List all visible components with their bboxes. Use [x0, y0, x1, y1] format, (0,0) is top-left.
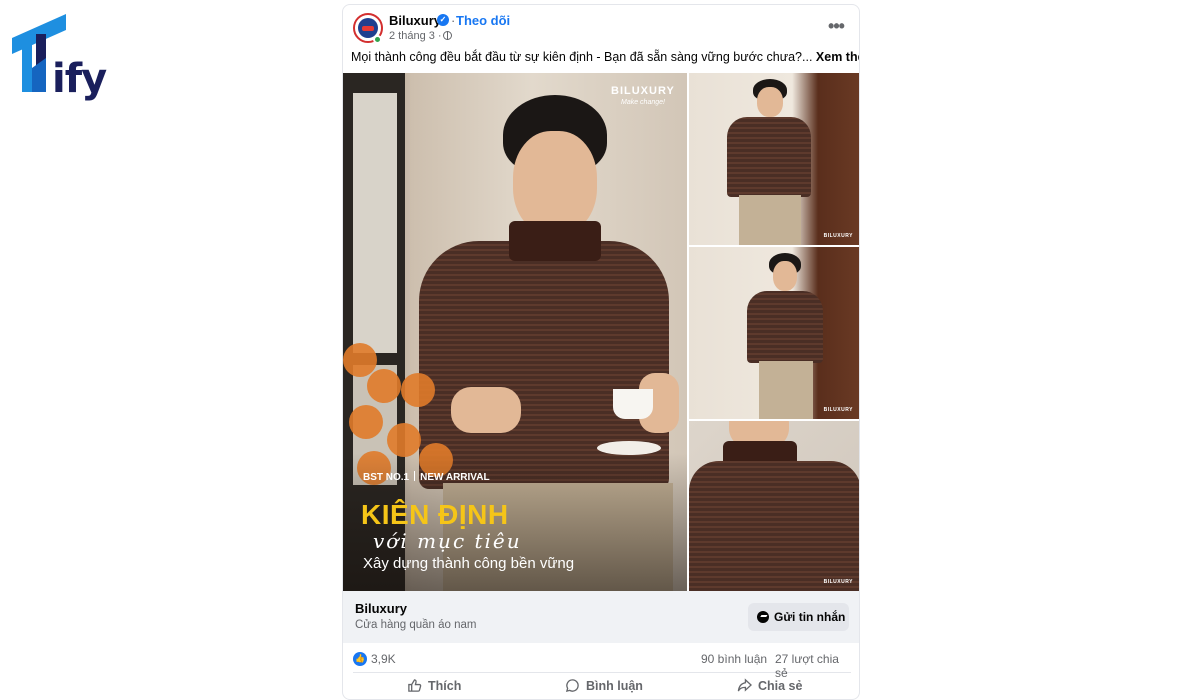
flower — [367, 369, 401, 403]
see-more-link[interactable]: Xem thêm — [816, 50, 859, 64]
like-label: Thích — [428, 679, 462, 693]
comment-button[interactable]: Bình luận — [565, 678, 643, 699]
thumbnail-photo-3[interactable]: BILUXURY — [689, 421, 859, 591]
messenger-icon — [757, 611, 769, 623]
window-pane — [353, 93, 397, 353]
separator-dot: · — [451, 13, 456, 28]
caption-text: Mọi thành công đều bắt đầu từ sự kiên đị… — [351, 50, 813, 64]
reaction-count[interactable]: 3,9K — [371, 652, 396, 666]
photo-headline-script: với mục tiêu — [373, 529, 522, 553]
model-pants — [739, 195, 801, 245]
model-arm-left — [451, 387, 521, 433]
flower — [343, 343, 377, 377]
badge-collection: BST NO.1 — [363, 472, 410, 483]
like-button[interactable]: Thích — [407, 678, 462, 699]
photo-headline: KIÊN ĐỊNH — [361, 499, 509, 530]
thumbnail-photo-1[interactable]: BILUXURY — [689, 73, 859, 245]
model-shirt — [689, 461, 859, 591]
reaction-summary: 👍 3,9K 90 bình luận 27 lượt chia sẻ — [353, 643, 851, 680]
site-logo[interactable]: ify — [8, 12, 107, 102]
model-shirt — [727, 117, 811, 197]
coffee-cup — [613, 389, 653, 419]
facebook-post: Biluxury ✓ · Theo dõi 2 tháng 3 · ••• Mọ… — [342, 4, 860, 700]
model-pants — [759, 361, 813, 419]
post-timestamp[interactable]: 2 tháng 3 · — [389, 30, 442, 42]
send-message-label: Gửi tin nhắn — [774, 610, 846, 624]
photo-grid: BILUXURY Make change! BST NO.1 NEW ARRIV… — [343, 73, 859, 591]
thumbnail-brand-mark: BILUXURY — [823, 233, 853, 239]
post-caption: Mọi thành công đều bắt đầu từ sự kiên đị… — [351, 50, 859, 64]
thumbnail-photo-2[interactable]: BILUXURY — [689, 247, 859, 419]
flower — [349, 405, 383, 439]
page-cta-block: Biluxury Cửa hàng quần áo nam Gửi tin nh… — [343, 591, 859, 643]
badge-new-arrival: NEW ARRIVAL — [420, 472, 490, 483]
badge-divider — [414, 471, 416, 481]
more-options-button[interactable]: ••• — [821, 13, 851, 43]
logo-text: ify — [52, 56, 107, 102]
cta-page-name[interactable]: Biluxury — [355, 601, 407, 616]
post-header: Biluxury ✓ · Theo dõi 2 tháng 3 · ••• — [343, 5, 859, 49]
photo-brand-tagline: Make change! — [621, 99, 665, 106]
thumbnail-brand-mark: BILUXURY — [823, 407, 853, 413]
main-photo[interactable]: BILUXURY Make change! BST NO.1 NEW ARRIV… — [343, 73, 687, 591]
public-globe-icon — [443, 31, 452, 40]
flower — [387, 423, 421, 457]
post-action-bar: Thích Bình luận Chia sẻ — [343, 674, 859, 699]
model-collar — [509, 221, 601, 261]
collection-badge: BST NO.1 NEW ARRIVAL — [363, 471, 490, 483]
comment-label: Bình luận — [586, 679, 643, 693]
model-shirt — [747, 291, 823, 363]
share-arrow-icon — [737, 678, 752, 692]
model-face — [773, 261, 797, 291]
comment-count[interactable]: 90 bình luận — [701, 652, 767, 666]
cta-page-category: Cửa hàng quần áo nam — [355, 619, 477, 631]
photo-subheadline: Xây dựng thành công bền vững — [363, 555, 575, 572]
page-name-link[interactable]: Biluxury — [389, 13, 441, 28]
follow-button[interactable]: Theo dõi — [456, 13, 510, 28]
share-label: Chia sẻ — [758, 679, 803, 693]
online-status-icon — [373, 35, 382, 44]
share-button[interactable]: Chia sẻ — [737, 678, 803, 699]
verified-badge-icon: ✓ — [437, 14, 449, 26]
flower — [401, 373, 435, 407]
page: ify Biluxury ✓ · Theo dõi 2 tháng 3 · ••… — [0, 0, 1200, 700]
send-message-button[interactable]: Gửi tin nhắn — [748, 603, 849, 631]
model-face — [757, 87, 783, 117]
thumbs-up-icon — [408, 679, 422, 692]
photo-brand-mark: BILUXURY — [611, 85, 675, 97]
like-reaction-icon: 👍 — [353, 652, 367, 666]
comment-bubble-icon — [565, 679, 579, 693]
thumbnail-brand-mark: BILUXURY — [823, 579, 853, 585]
